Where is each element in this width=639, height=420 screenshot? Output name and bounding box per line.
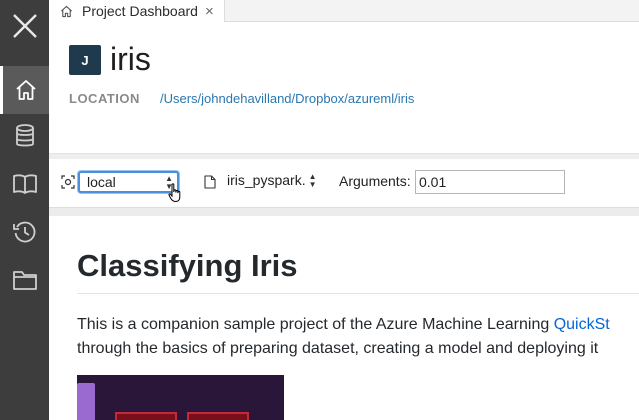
folder-icon xyxy=(12,271,37,290)
book-icon xyxy=(12,174,37,194)
close-button[interactable] xyxy=(0,0,49,52)
app-window: Project Dashboard × J iris LOCATION /Use… xyxy=(0,0,639,420)
tab-strip: Project Dashboard × xyxy=(49,0,639,22)
diagram-block xyxy=(187,412,249,420)
readme-paragraph: This is a companion sample project of th… xyxy=(77,313,639,361)
arguments-label: Arguments: xyxy=(339,173,411,189)
arguments-input[interactable] xyxy=(415,170,565,194)
activity-sidebar xyxy=(0,0,49,420)
location-label: LOCATION xyxy=(69,91,140,106)
sidebar-item-notebooks[interactable] xyxy=(0,160,49,208)
tab-close-icon[interactable]: × xyxy=(205,4,214,19)
diagram-stripe xyxy=(77,383,95,420)
script-value: iris_pyspark. xyxy=(227,172,306,188)
location-path-link[interactable]: /Users/johndehavilland/Dropbox/azureml/i… xyxy=(160,91,414,106)
sidebar-item-files[interactable] xyxy=(0,256,49,304)
script-select[interactable]: iris_pyspark. ▲ ▼ xyxy=(227,172,317,189)
compute-target-value: local xyxy=(87,174,116,190)
sidebar-item-run-history[interactable] xyxy=(0,208,49,256)
run-toolbar: local ▲ ▼ iris_pyspark. ▲ ▼ Arguments: xyxy=(49,159,639,207)
readme-line2-text: through the basics of preparing dataset,… xyxy=(77,340,599,357)
tab-project-dashboard[interactable]: Project Dashboard × xyxy=(49,0,225,22)
hand-cursor-icon xyxy=(168,183,181,203)
readme-line1-text: This is a companion sample project of th… xyxy=(77,316,554,333)
compute-target-select[interactable]: local ▲ ▼ xyxy=(78,171,179,193)
quickstart-link[interactable]: QuickSt xyxy=(554,316,610,333)
compute-target-icon xyxy=(61,175,75,189)
sidebar-item-home[interactable] xyxy=(0,66,49,114)
home-icon xyxy=(61,5,72,17)
diagram-block xyxy=(115,412,177,420)
project-header: J iris LOCATION /Users/johndehavilland/D… xyxy=(49,22,639,153)
sidebar-item-data[interactable] xyxy=(0,112,49,160)
project-title: iris xyxy=(110,41,151,77)
history-icon xyxy=(12,221,35,243)
readme-panel: Classifying Iris This is a companion sam… xyxy=(49,216,639,420)
project-avatar: J xyxy=(69,45,101,75)
home-icon xyxy=(16,80,36,100)
database-icon xyxy=(15,124,34,147)
file-icon xyxy=(204,175,216,189)
readme-diagram-image xyxy=(77,375,284,420)
readme-title: Classifying Iris xyxy=(77,248,298,283)
tab-label: Project Dashboard xyxy=(82,3,198,19)
readme-title-rule xyxy=(77,293,639,294)
select-arrows-icon: ▲ ▼ xyxy=(308,172,317,190)
close-icon xyxy=(12,14,37,38)
toolbar-divider xyxy=(49,207,639,216)
